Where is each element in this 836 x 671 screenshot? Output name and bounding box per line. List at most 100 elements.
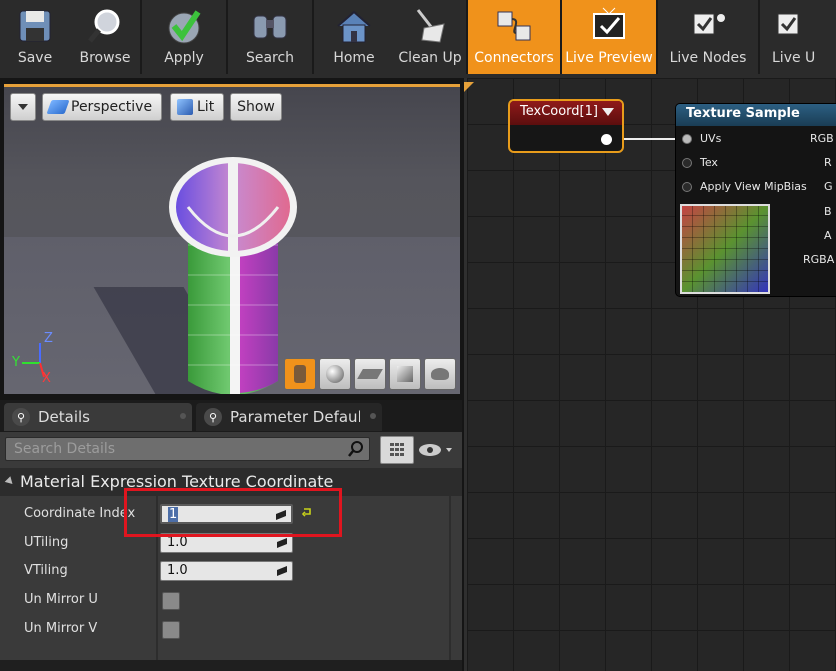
- tab-parameter-defaults[interactable]: ⚲ Parameter Defaults: [196, 403, 382, 431]
- un-mirror-v-checkbox[interactable]: [162, 621, 180, 639]
- g-output-label[interactable]: G: [824, 180, 833, 193]
- tex-input-pin[interactable]: Tex: [682, 156, 718, 169]
- a-output-label[interactable]: A: [824, 229, 832, 242]
- expand-arrow-icon: [4, 476, 16, 487]
- live-nodes-label: Live Nodes: [669, 50, 747, 66]
- viewport-options-button[interactable]: [10, 93, 36, 121]
- apply-view-mipbias-pin[interactable]: Apply View MipBias: [682, 180, 807, 193]
- save-button[interactable]: Save: [0, 0, 70, 74]
- preview-cylinder-button[interactable]: [284, 358, 316, 390]
- texcoord-node[interactable]: TexCoord[1]: [508, 99, 624, 153]
- view-options-button[interactable]: [418, 440, 458, 460]
- home-label: Home: [333, 50, 375, 66]
- property-label: VTiling: [24, 563, 68, 578]
- teapot-icon: [431, 368, 449, 380]
- grid-icon: [390, 443, 404, 456]
- pin-dot-icon: [682, 181, 692, 192]
- pin-dot-icon: [682, 157, 692, 168]
- texture-sample-node[interactable]: Texture Sample UVs Tex Apply View MipBia…: [675, 103, 836, 297]
- tab-pin-icon[interactable]: [180, 413, 186, 419]
- property-row-un-mirror-v: Un Mirror V: [0, 615, 462, 643]
- apply-button[interactable]: Apply: [142, 0, 226, 74]
- texcoord-node-header: TexCoord[1]: [510, 101, 622, 125]
- property-row-un-mirror-u: Un Mirror U: [0, 586, 462, 614]
- show-label: Show: [237, 99, 275, 115]
- connectors-button[interactable]: Connectors: [468, 0, 560, 74]
- clean-up-button[interactable]: Clean Up: [394, 0, 466, 74]
- magnifier-icon: ⚲: [204, 408, 222, 426]
- search-button[interactable]: Search: [228, 0, 312, 74]
- details-panel: Search Details Material Expression Textu…: [0, 432, 462, 671]
- sphere-icon: [326, 365, 344, 383]
- editor-toolbar: Save Browse Apply Search Home Clean Up C…: [0, 0, 836, 78]
- perspective-label: Perspective: [71, 99, 153, 115]
- house-icon: [334, 6, 374, 46]
- perspective-button[interactable]: Perspective: [42, 93, 162, 121]
- search-icon[interactable]: [347, 440, 365, 458]
- property-label: Un Mirror U: [24, 592, 98, 607]
- un-mirror-u-checkbox[interactable]: [162, 592, 180, 610]
- eye-icon: [419, 444, 452, 456]
- preview-viewport[interactable]: Perspective Lit Show Z Y X: [4, 84, 460, 394]
- search-label: Search: [245, 50, 295, 66]
- lit-label: Lit: [197, 99, 215, 115]
- axis-x-label: X: [42, 371, 51, 386]
- live-preview-button[interactable]: Live Preview: [562, 0, 656, 74]
- uvs-input-pin[interactable]: UVs: [682, 132, 721, 145]
- cylinder-preview-mesh: [169, 157, 297, 394]
- annotation-highlight-box: [124, 488, 342, 537]
- live-update-label: Live U: [772, 50, 816, 66]
- rgba-output-label[interactable]: RGBA: [803, 253, 834, 266]
- preview-plane-button[interactable]: [354, 358, 386, 390]
- browse-button[interactable]: Browse: [70, 0, 140, 74]
- r-output-label[interactable]: R: [824, 156, 832, 169]
- live-update-icon: [772, 6, 812, 46]
- clean-up-label: Clean Up: [398, 50, 462, 66]
- search-details-placeholder: Search Details: [14, 441, 116, 457]
- preview-cube-button[interactable]: [389, 358, 421, 390]
- tab-details[interactable]: ⚲ Details: [4, 403, 192, 431]
- live-update-button[interactable]: Live U: [760, 0, 820, 74]
- tex-pin-label: Tex: [700, 156, 718, 169]
- details-tab-bar: ⚲ Details ⚲ Parameter Defaults: [0, 400, 462, 432]
- utiling-value: 1.0: [167, 535, 188, 550]
- preview-teapot-button[interactable]: [424, 358, 456, 390]
- spin-arrows-icon[interactable]: [276, 537, 288, 549]
- rgb-output-label[interactable]: RGB: [810, 132, 834, 145]
- apply-label: Apply: [164, 50, 204, 66]
- preview-sphere-button[interactable]: [319, 358, 351, 390]
- home-button[interactable]: Home: [314, 0, 394, 74]
- connectors-label: Connectors: [474, 50, 554, 66]
- collapse-arrow-icon[interactable]: [602, 108, 614, 116]
- axis-z-label: Z: [44, 331, 53, 346]
- spin-arrows-icon[interactable]: [276, 565, 288, 577]
- checkmark-icon: [164, 6, 204, 46]
- plane-icon: [357, 369, 383, 379]
- cylinder-icon: [294, 365, 306, 383]
- texcoord-node-title: TexCoord[1]: [520, 104, 598, 119]
- tab-pin-icon[interactable]: [370, 413, 376, 419]
- lit-button[interactable]: Lit: [170, 93, 224, 121]
- live-nodes-button[interactable]: Live Nodes: [658, 0, 758, 74]
- search-details-input[interactable]: Search Details: [5, 437, 370, 461]
- live-nodes-icon: [688, 6, 728, 46]
- show-button[interactable]: Show: [230, 93, 282, 121]
- graph-corner-marker: [464, 82, 474, 92]
- tab-details-label: Details: [38, 408, 91, 426]
- texture-sample-title: Texture Sample: [676, 104, 836, 126]
- vtiling-field[interactable]: 1.0: [160, 561, 293, 581]
- cube-icon: [397, 366, 413, 382]
- uvs-pin-label: UVs: [700, 132, 722, 145]
- vtiling-value: 1.0: [167, 563, 188, 578]
- property-matrix-button[interactable]: [380, 436, 414, 464]
- texcoord-output-pin[interactable]: [601, 134, 612, 145]
- broom-icon: [410, 6, 450, 46]
- apply-view-mipbias-label: Apply View MipBias: [700, 180, 807, 193]
- texture-preview-thumbnail: [680, 204, 770, 294]
- floppy-disk-icon: [15, 6, 55, 46]
- next-category-header: [0, 660, 462, 671]
- b-output-label[interactable]: B: [824, 205, 832, 218]
- pin-dot-icon: [682, 133, 692, 144]
- lit-icon: [177, 99, 193, 115]
- live-preview-label: Live Preview: [565, 50, 653, 66]
